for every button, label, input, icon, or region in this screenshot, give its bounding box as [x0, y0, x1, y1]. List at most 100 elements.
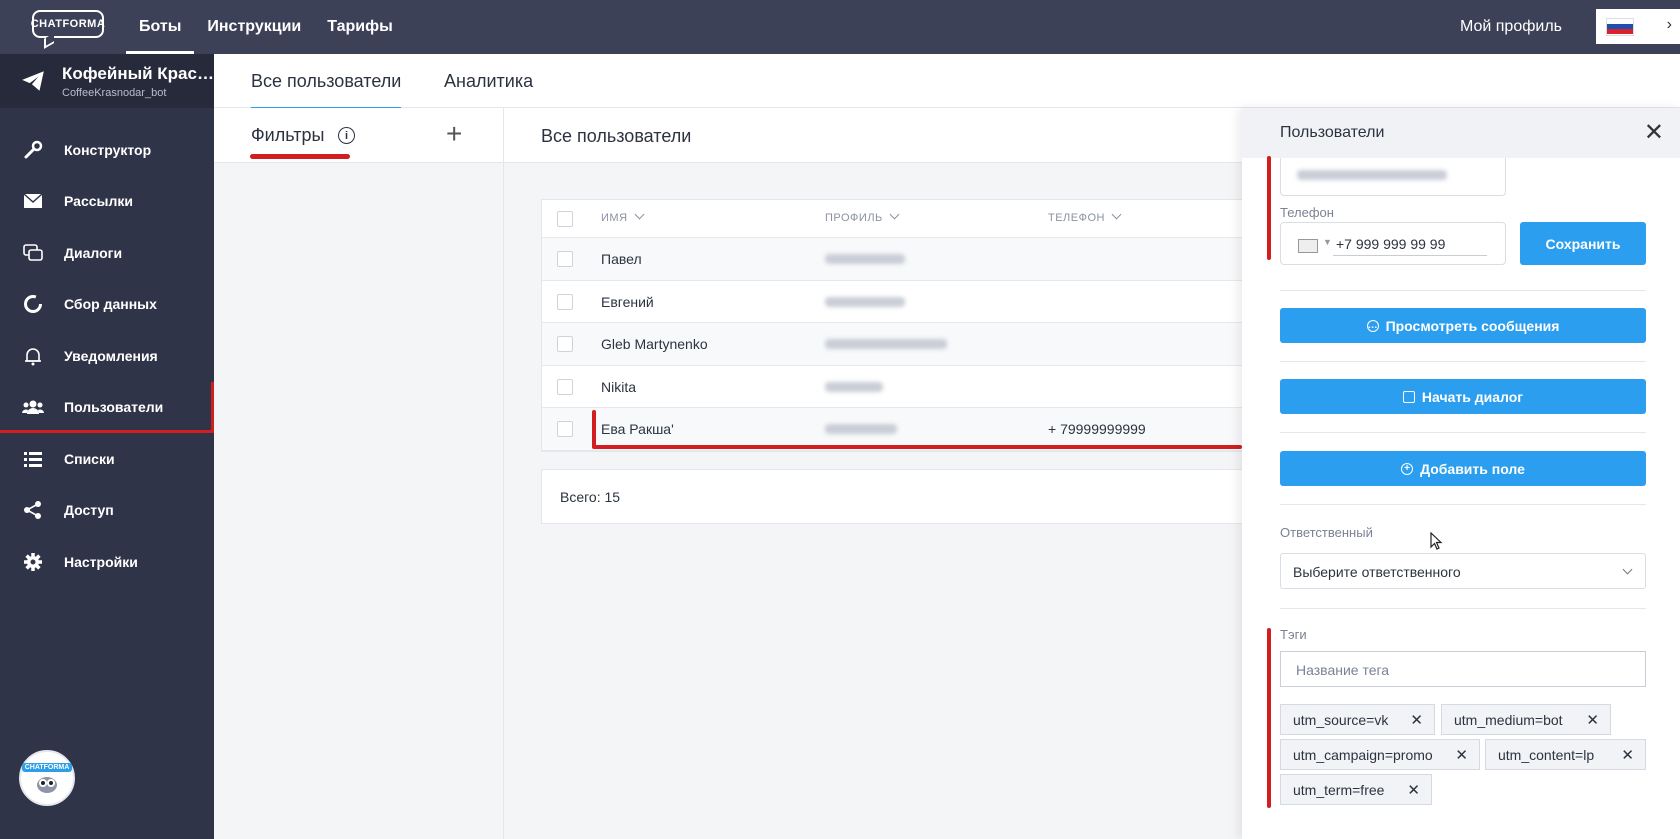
select-all-checkbox[interactable] [557, 211, 573, 227]
start-dialog-button[interactable]: Начать диалог [1280, 379, 1646, 414]
profile-link-blurred[interactable] [825, 336, 947, 352]
user-name: Nikita [601, 378, 637, 395]
tags-label: Тэги [1280, 627, 1307, 642]
row-checkbox[interactable] [557, 336, 573, 352]
sidebar-item-label: Уведомления [64, 347, 158, 364]
tag-chip: utm_content=lp ✕ [1485, 739, 1646, 770]
chevron-down-icon [1111, 209, 1122, 220]
sidebar-item-label: Пользователи [64, 399, 164, 416]
envelope-icon [22, 190, 44, 212]
red-highlight-vertical [1267, 156, 1271, 260]
nav-tariffs[interactable]: Тарифы [314, 0, 406, 54]
column-profile[interactable]: ПРОФИЛЬ [825, 209, 900, 224]
gear-icon [22, 551, 44, 573]
wrench-icon [22, 139, 44, 161]
list-icon [22, 448, 44, 470]
panel-header: Пользователи ✕ [1242, 108, 1680, 158]
info-icon[interactable]: i [338, 127, 355, 144]
chevron-down-icon [634, 209, 644, 220]
column-phone[interactable]: ТЕЛЕФОН [1048, 209, 1122, 224]
chevron-right-icon: › [1666, 16, 1672, 33]
mouse-cursor-icon [1430, 532, 1443, 550]
responsible-label: Ответственный [1280, 525, 1373, 540]
nav-bots[interactable]: Боты [126, 0, 195, 54]
row-checkbox[interactable] [557, 421, 573, 437]
tab-analytics[interactable]: Аналитика [444, 54, 533, 108]
main-tabs: Все пользователи Аналитика [214, 54, 1680, 109]
column-name[interactable]: ИМЯ [601, 209, 644, 224]
view-messages-button[interactable]: … Просмотреть сообщения [1280, 308, 1646, 343]
red-highlight-underline [592, 445, 1242, 449]
circle-progress-icon [22, 293, 44, 315]
add-field-label: Добавить поле [1420, 460, 1525, 477]
save-button[interactable]: Сохранить [1520, 222, 1646, 265]
close-icon[interactable]: ✕ [1644, 118, 1664, 147]
user-name: Павел [601, 251, 642, 267]
sidebar-item-constructor[interactable]: Конструктор [0, 124, 214, 176]
language-selector[interactable]: › [1596, 9, 1680, 44]
remove-tag-icon[interactable]: ✕ [1455, 746, 1468, 764]
share-icon [22, 499, 44, 521]
start-dialog-label: Начать диалог [1421, 388, 1524, 405]
row-checkbox[interactable] [557, 293, 573, 310]
sidebar-item-label: Рассылки [64, 193, 133, 210]
user-name: Евгений [601, 293, 654, 310]
sidebar-item-label: Конструктор [64, 141, 152, 158]
sidebar-item-access[interactable]: Доступ [0, 485, 214, 537]
phone-label: Телефон [1280, 205, 1334, 220]
row-checkbox[interactable] [557, 251, 573, 267]
nav-instructions[interactable]: Инструкции [194, 0, 314, 54]
filters-title: Фильтры [251, 125, 325, 145]
email-field[interactable] [1280, 158, 1506, 196]
sidebar-item-dialogs[interactable]: Диалоги [0, 227, 214, 279]
responsible-select[interactable]: Выберите ответственного [1280, 553, 1646, 589]
tag-input[interactable]: Название тега [1280, 651, 1646, 687]
remove-tag-icon[interactable]: ✕ [1586, 711, 1599, 729]
remove-tag-icon[interactable]: ✕ [1407, 781, 1420, 799]
sidebar-item-settings[interactable]: Настройки [0, 536, 214, 588]
remove-tag-icon[interactable]: ✕ [1621, 746, 1634, 764]
top-nav: Боты Инструкции Тарифы [126, 0, 406, 54]
view-messages-label: Просмотреть сообщения [1385, 317, 1560, 334]
sidebar-item-label: Списки [64, 450, 115, 467]
profile-link-blurred[interactable] [825, 421, 897, 437]
profile-link-blurred[interactable] [825, 251, 905, 267]
bot-handle: CoffeeKrasnodar_bot [62, 86, 167, 99]
row-checkbox[interactable] [557, 378, 573, 395]
sidebar-item-notifications[interactable]: Уведомления [0, 330, 214, 382]
filters-header: Фильтры i + [214, 108, 503, 163]
add-filter-button[interactable]: + [446, 118, 462, 150]
owl-mascot-icon [37, 776, 57, 793]
add-field-button[interactable]: + Добавить поле [1280, 451, 1646, 486]
sidebar-item-lists[interactable]: Списки [0, 433, 214, 485]
red-highlight [250, 154, 350, 159]
tab-all-users[interactable]: Все пользователи [251, 54, 402, 109]
panel-title: Пользователи [1280, 124, 1385, 141]
remove-tag-icon[interactable]: ✕ [1410, 711, 1423, 729]
sidebar-item-data-collection[interactable]: Сбор данных [0, 279, 214, 331]
caret-down-icon: ▼ [1323, 237, 1332, 247]
sidebar-item-label: Доступ [64, 502, 114, 519]
plus-circle-icon: + [1401, 462, 1414, 475]
page-title: Все пользователи [541, 126, 692, 146]
bell-icon [22, 345, 44, 367]
tag-chip: utm_medium=bot ✕ [1441, 704, 1611, 735]
avatar-label: CHATFORMA [21, 762, 73, 772]
sidebar: Кофейный Крас… CoffeeKrasnodar_bot Конст… [0, 54, 214, 839]
user-name: Ева Ракша' [601, 421, 674, 437]
profile-link-blurred[interactable] [825, 379, 883, 395]
avatar[interactable]: CHATFORMA [19, 750, 75, 806]
tag-chip: utm_source=vk ✕ [1280, 704, 1435, 735]
my-profile-link[interactable]: Мой профиль [1460, 0, 1562, 54]
users-icon [22, 396, 44, 418]
logo-text: CHATFORMA [31, 10, 105, 38]
phone-field[interactable]: ▼ +7 999 999 99 99 [1280, 222, 1506, 265]
chatforma-logo[interactable]: CHATFORMA [31, 8, 106, 49]
bot-selector[interactable]: Кофейный Крас… CoffeeKrasnodar_bot [0, 54, 214, 108]
red-highlight-vertical [1267, 628, 1271, 808]
sidebar-item-users[interactable]: Пользователи [0, 381, 214, 434]
country-flag-icon[interactable] [1298, 239, 1318, 253]
profile-link-blurred[interactable] [825, 294, 905, 310]
sidebar-item-mailings[interactable]: Рассылки [0, 176, 214, 228]
bot-name: Кофейный Крас… [62, 63, 214, 83]
